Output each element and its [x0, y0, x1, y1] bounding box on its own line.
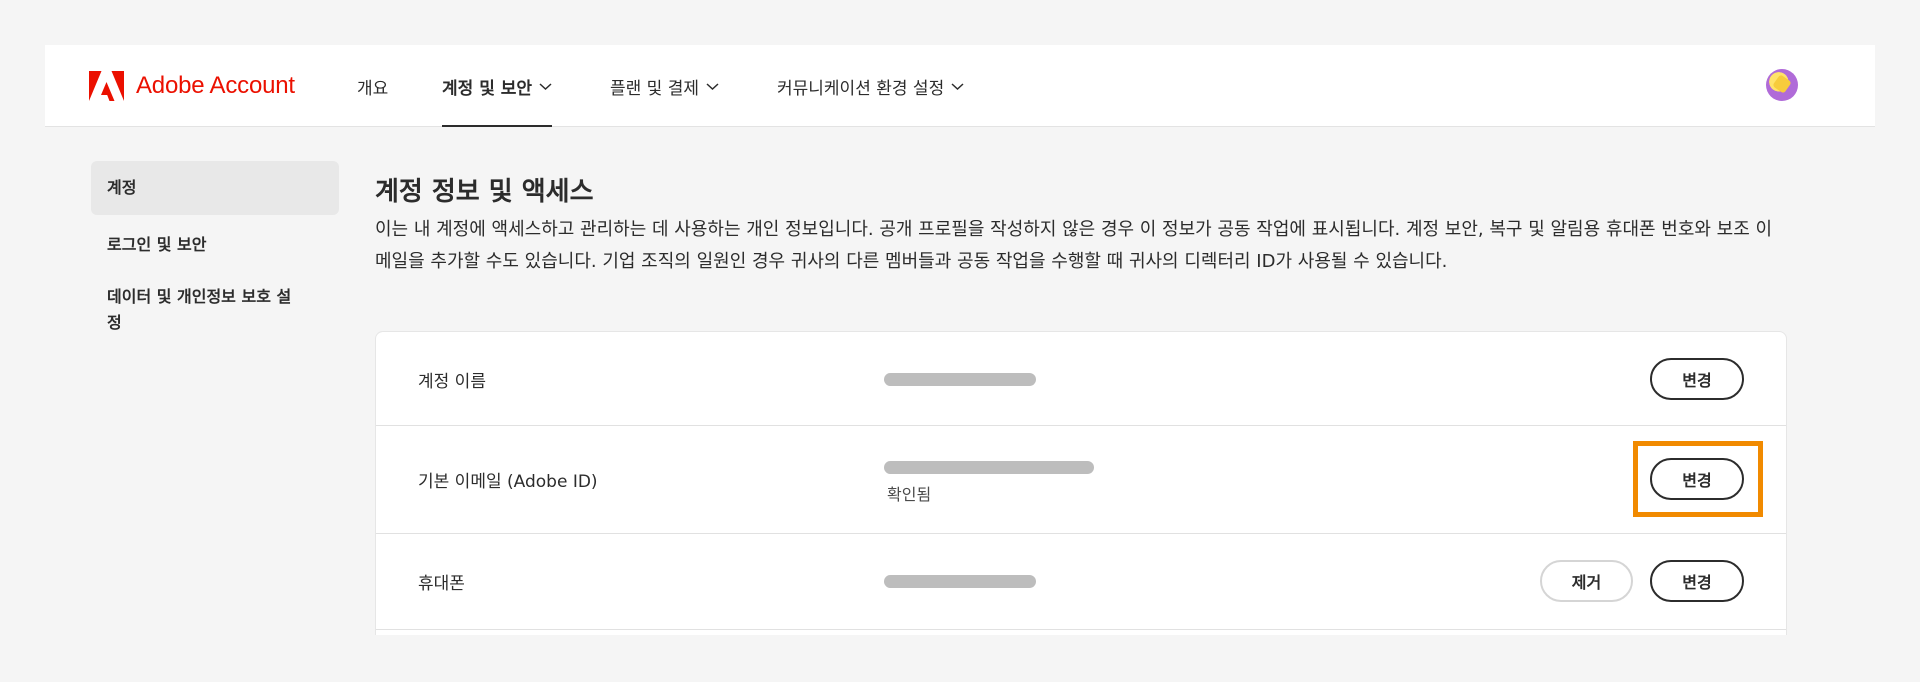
nav-communication-prefs[interactable]: 커뮤니케이션 환경 설정: [777, 45, 964, 127]
sidebar-item-data-privacy[interactable]: 데이터 및 개인정보 보호 설정: [91, 284, 321, 336]
row-primary-email: 기본 이메일 (Adobe ID) 확인됨 변경: [376, 426, 1786, 534]
highlight-box: [1633, 441, 1763, 517]
top-header: Adobe Account 개요 계정 및 보안 플랜 및 결제 커뮤니케이션 …: [45, 45, 1875, 127]
brand-name: Adobe Account: [136, 72, 295, 99]
row-label: 기본 이메일 (Adobe ID): [418, 472, 598, 492]
nav-overview-label: 개요: [357, 78, 389, 99]
change-account-name-button[interactable]: 변경: [1650, 358, 1744, 400]
remove-mobile-button[interactable]: 제거: [1540, 560, 1633, 602]
nav-account-security[interactable]: 계정 및 보안: [442, 45, 553, 127]
sidebar-item-signin-security[interactable]: 로그인 및 보안: [91, 232, 339, 258]
chevron-down-icon: [706, 82, 719, 90]
nav-plans-billing-label: 플랜 및 결제: [610, 78, 700, 99]
row-label: 계정 이름: [418, 372, 486, 392]
account-info-card: 계정 이름 변경 기본 이메일 (Adobe ID) 확인됨 변경 휴대폰 제거…: [375, 331, 1787, 635]
row-mobile: 휴대폰 제거 변경: [376, 534, 1786, 630]
redacted-value: [884, 575, 1036, 588]
page-description: 이는 내 계정에 액세스하고 관리하는 데 사용하는 개인 정보입니다. 공개 …: [375, 219, 1773, 272]
adobe-logo[interactable]: Adobe Account: [89, 71, 295, 101]
chevron-down-icon: [951, 82, 964, 90]
verified-status: 확인됨: [887, 485, 932, 504]
main-content: 계정 정보 및 액세스 이는 내 계정에 액세스하고 관리하는 데 사용하는 개…: [375, 175, 1787, 278]
change-mobile-button[interactable]: 변경: [1650, 560, 1744, 602]
avatar-image: [1772, 74, 1792, 94]
avatar[interactable]: [1766, 69, 1798, 101]
nav-plans-billing[interactable]: 플랜 및 결제: [610, 45, 719, 127]
page-title: 계정 정보 및 액세스: [375, 177, 594, 207]
nav-overview[interactable]: 개요: [357, 45, 388, 127]
sidebar-item-account[interactable]: 계정: [91, 161, 339, 215]
nav-account-security-label: 계정 및 보안: [442, 78, 533, 99]
adobe-a-icon: [89, 71, 124, 101]
sidebar: 계정 로그인 및 보안 데이터 및 개인정보 보호 설정: [91, 161, 339, 336]
page-frame: Adobe Account 개요 계정 및 보안 플랜 및 결제 커뮤니케이션 …: [45, 45, 1875, 635]
row-label: 휴대폰: [418, 574, 465, 594]
redacted-value: [884, 373, 1036, 386]
row-account-name: 계정 이름 변경: [376, 332, 1786, 426]
chevron-down-icon: [539, 82, 552, 90]
nav-communication-prefs-label: 커뮤니케이션 환경 설정: [777, 78, 945, 99]
redacted-value: [884, 461, 1094, 474]
